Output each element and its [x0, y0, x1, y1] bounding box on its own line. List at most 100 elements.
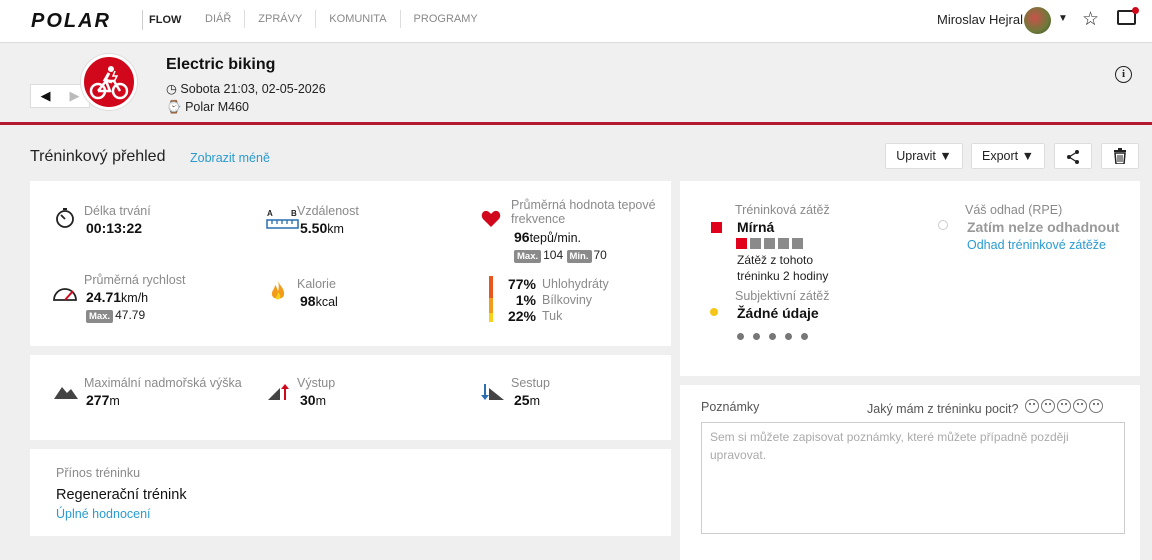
flame-icon: [271, 281, 285, 300]
ascent-icon: [268, 384, 289, 400]
watch-icon: ⌚: [166, 100, 182, 114]
hr-max-tag: Max.: [514, 250, 542, 263]
heart-icon: [481, 210, 501, 227]
load-level-5: [792, 238, 803, 249]
fat-percent: 22%: [507, 308, 536, 324]
speed-value: 24.71km/h: [86, 289, 148, 305]
heart-rate-number: 96: [514, 229, 530, 245]
nav-item-diary[interactable]: DIÁŘ: [192, 10, 246, 28]
descent-number: 25: [514, 392, 530, 408]
export-button[interactable]: Export ▼: [971, 143, 1045, 169]
distance-unit: km: [327, 222, 344, 236]
heart-rate-value: 96tepů/min.: [514, 229, 581, 245]
descent-unit: m: [529, 394, 540, 408]
speed-label: Průměrná rychlost: [84, 273, 186, 287]
training-load-card: Tréninková zátěž Mírná Zátěž z tohoto tr…: [680, 181, 1140, 376]
exercise-date: ◷ Sobota 21:03, 02-05-2026: [166, 81, 326, 96]
ascent-number: 30: [300, 392, 316, 408]
top-navigation-bar: POLAR FLOW DIÁŘ ZPRÁVY KOMUNITA PROGRAMY…: [0, 0, 1152, 43]
nav-item-community[interactable]: KOMUNITA: [316, 10, 401, 28]
load-indicator-square: [711, 222, 722, 233]
trash-icon: [1114, 148, 1126, 165]
share-button[interactable]: [1054, 143, 1092, 169]
recovery-text: Zátěž z tohoto tréninku 2 hodiny: [737, 253, 829, 283]
info-icon[interactable]: i: [1115, 66, 1132, 83]
training-benefit-value: Regenerační trénink: [56, 487, 187, 503]
max-altitude-number: 277: [86, 392, 110, 408]
overview-title: Tréninkový přehled: [30, 148, 166, 165]
user-menu-chevron-icon[interactable]: ▼: [1058, 13, 1068, 24]
distance-number: 5.50: [300, 220, 328, 236]
feeling-faces: [1025, 399, 1105, 413]
max-altitude-unit: m: [109, 394, 120, 408]
subjective-load-label: Subjektivní zátěž: [735, 289, 830, 303]
speed-unit: km/h: [121, 291, 149, 305]
descent-icon: [481, 384, 504, 400]
estimate-load-link[interactable]: Odhad tréninkové zátěže: [967, 238, 1106, 252]
full-evaluation-link[interactable]: Úplné hodnocení: [56, 507, 151, 521]
clock-icon: ◷: [166, 82, 177, 96]
distance-label: Vzdálenost: [297, 204, 359, 218]
show-less-link[interactable]: Zobrazit méně: [190, 151, 270, 165]
exercise-title: Electric biking: [166, 56, 276, 73]
load-level-2: [750, 238, 761, 249]
subjective-load-dots[interactable]: [737, 327, 817, 345]
training-load-label: Tréninková zátěž: [735, 203, 830, 217]
share-icon: [1067, 150, 1079, 164]
subjective-load-value: Žádné údaje: [737, 305, 819, 321]
very-sad-face-icon[interactable]: [1025, 399, 1039, 413]
subjective-load-dot: [710, 308, 718, 316]
load-level-3: [764, 238, 775, 249]
calories-number: 98: [300, 293, 316, 309]
notes-textarea[interactable]: Sem si můžete zapisovat poznámky, které …: [701, 422, 1125, 534]
distance-ruler-icon: A B: [266, 209, 299, 229]
altitude-card: Maximální nadmořská výška 277m Výstup 30…: [30, 355, 671, 440]
nav-item-reports[interactable]: ZPRÁVY: [245, 10, 317, 28]
speed-number: 24.71: [86, 289, 122, 305]
main-nav: DIÁŘ ZPRÁVY KOMUNITA PROGRAMY: [192, 10, 491, 28]
subjective-dot-4[interactable]: [785, 333, 792, 340]
speed-max-value: 47.79: [115, 308, 146, 322]
subjective-dot-3[interactable]: [769, 333, 776, 340]
heart-rate-label: Průměrná hodnota tepové frekvence: [511, 198, 656, 226]
user-name[interactable]: Miroslav Hejral: [937, 12, 1023, 27]
happy-face-icon[interactable]: [1073, 399, 1087, 413]
fat-label: Tuk: [542, 309, 563, 323]
duration-value: 00:13:22: [86, 220, 143, 236]
notifications-icon[interactable]: [1117, 7, 1139, 25]
avatar[interactable]: [1024, 7, 1051, 34]
distance-value: 5.50km: [300, 220, 344, 236]
speedometer-icon: [53, 288, 77, 301]
edit-button[interactable]: Upravit ▼: [885, 143, 963, 169]
star-icon[interactable]: ☆: [1082, 8, 1099, 31]
subjective-dot-5[interactable]: [801, 333, 808, 340]
carbs-label: Uhlohydráty: [542, 277, 609, 291]
sad-face-icon[interactable]: [1041, 399, 1055, 413]
heart-rate-minmax: Max. 104 Min. 70: [514, 248, 607, 263]
exercise-device: ⌚ Polar M460: [166, 100, 249, 115]
protein-percent: 1%: [515, 292, 536, 308]
previous-arrow-icon[interactable]: ◀: [31, 85, 60, 107]
delete-button[interactable]: [1101, 143, 1139, 169]
carbs-percent: 77%: [507, 276, 536, 292]
neutral-face-icon[interactable]: [1057, 399, 1071, 413]
subjective-dot-1[interactable]: [737, 333, 744, 340]
descent-label: Sestup: [511, 376, 550, 390]
polar-logo[interactable]: POLAR: [31, 10, 111, 33]
nav-item-programs[interactable]: PROGRAMY: [401, 10, 491, 28]
max-altitude-label: Maximální nadmořská výška: [84, 376, 242, 390]
rpe-value: Zatím nelze odhadnout: [967, 219, 1120, 235]
max-altitude-value: 277m: [86, 392, 120, 408]
duration-label: Délka trvání: [84, 204, 151, 218]
ascent-label: Výstup: [297, 376, 336, 390]
ascent-unit: m: [315, 394, 326, 408]
mountain-icon: [54, 387, 78, 399]
very-happy-face-icon[interactable]: [1089, 399, 1103, 413]
notes-label: Poznámky: [701, 400, 760, 414]
hr-max-value: 104: [543, 248, 564, 262]
electric-bike-icon: [81, 54, 137, 110]
speed-max: Max. 47.79: [86, 308, 145, 323]
subjective-dot-2[interactable]: [753, 333, 760, 340]
load-level-1: [736, 238, 747, 249]
stopwatch-icon: [56, 208, 74, 228]
